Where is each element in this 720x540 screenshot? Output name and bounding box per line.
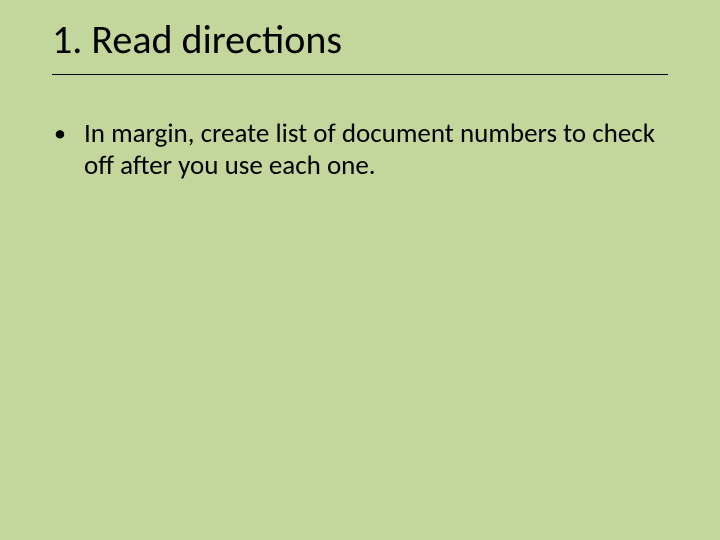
slide: 1. Read directions • In margin, create l… bbox=[0, 0, 720, 540]
slide-title: 1. Read directions bbox=[52, 18, 668, 68]
bullet-text: In margin, create list of document numbe… bbox=[84, 118, 668, 182]
list-item: • In margin, create list of document num… bbox=[52, 118, 668, 182]
bullet-icon: • bbox=[52, 118, 84, 149]
slide-body: • In margin, create list of document num… bbox=[52, 118, 668, 182]
title-underline bbox=[52, 74, 668, 75]
